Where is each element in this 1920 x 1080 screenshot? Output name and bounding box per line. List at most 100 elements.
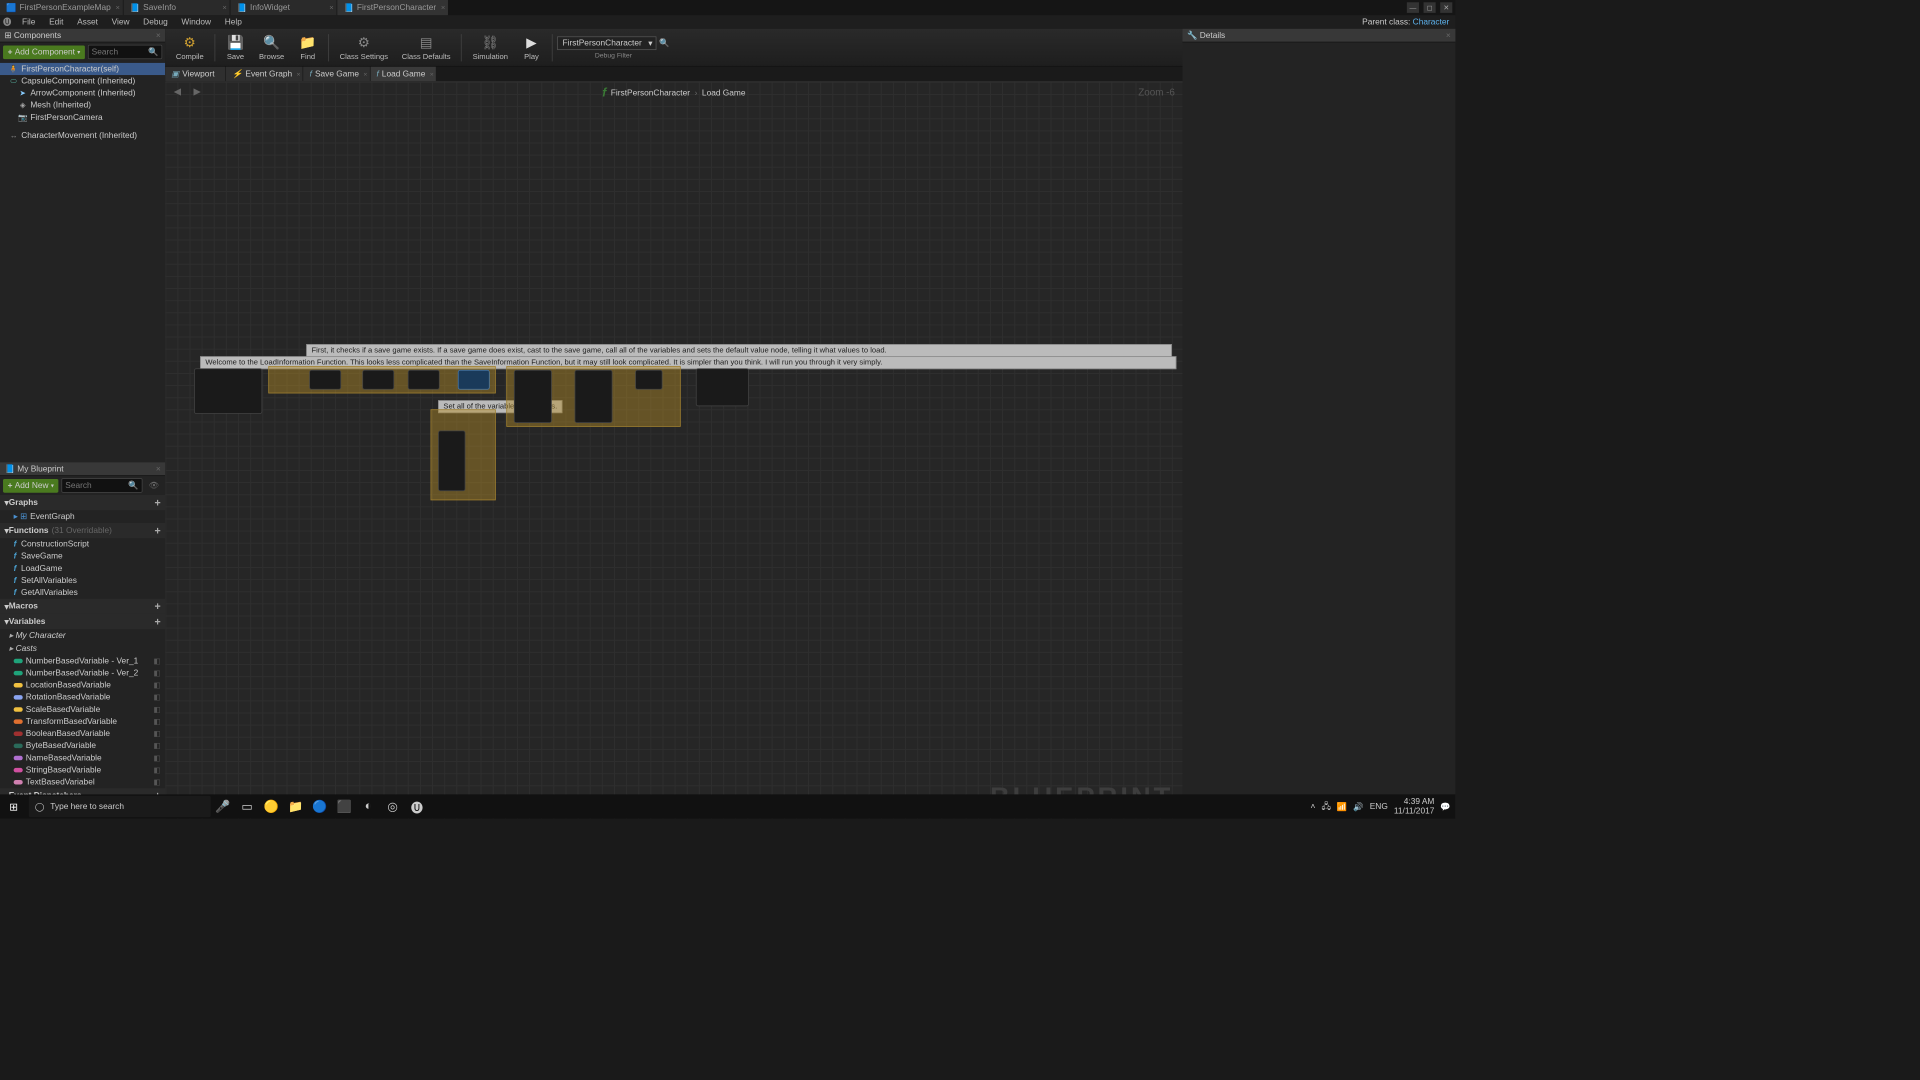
search-icon[interactable]: 🔍 bbox=[659, 38, 669, 48]
variable-item[interactable]: NumberBasedVariable - Ver_1◧ bbox=[0, 655, 165, 667]
parent-class-link[interactable]: Character bbox=[1413, 17, 1450, 26]
tray-chevron-icon[interactable]: ˄ bbox=[1311, 802, 1316, 811]
close-icon[interactable]: × bbox=[115, 3, 119, 11]
edit-icon[interactable]: ◧ bbox=[154, 742, 161, 750]
close-icon[interactable]: × bbox=[329, 3, 333, 11]
wifi-icon[interactable]: 📶 bbox=[1337, 802, 1347, 812]
edit-icon[interactable]: ◧ bbox=[154, 657, 161, 665]
edit-icon[interactable]: ◧ bbox=[154, 717, 161, 725]
details-panel-tab[interactable]: 🔧 Details × bbox=[1182, 29, 1455, 43]
menu-asset[interactable]: Asset bbox=[71, 16, 104, 28]
section-functions[interactable]: ▾Functions(31 Overridable)+ bbox=[0, 523, 165, 538]
find-button[interactable]: 📁Find bbox=[292, 30, 324, 65]
debug-filter-select[interactable]: FirstPersonCharacter bbox=[557, 36, 656, 50]
browse-button[interactable]: 🔍Browse bbox=[253, 30, 290, 65]
component-arrow[interactable]: ➤ArrowComponent (Inherited) bbox=[0, 87, 165, 99]
function-setallvariables[interactable]: fSetAllVariables bbox=[0, 575, 165, 587]
unreal-icon[interactable]: 🅤 bbox=[405, 794, 429, 818]
close-icon[interactable]: × bbox=[297, 70, 301, 78]
variable-item[interactable]: ByteBasedVariable◧ bbox=[0, 740, 165, 752]
variable-item[interactable]: StringBasedVariable◧ bbox=[0, 764, 165, 776]
close-icon[interactable]: × bbox=[156, 464, 161, 473]
breadcrumb-root[interactable]: FirstPersonCharacter bbox=[611, 89, 690, 98]
function-savegame[interactable]: fSaveGame bbox=[0, 550, 165, 562]
edit-icon[interactable]: ◧ bbox=[154, 693, 161, 701]
variable-item[interactable]: RotationBasedVariable◧ bbox=[0, 691, 165, 703]
eye-icon[interactable]: 👁 bbox=[146, 481, 163, 491]
variable-item[interactable]: NumberBasedVariable - Ver_2◧ bbox=[0, 667, 165, 679]
graph-eventgraph[interactable]: ▸ ⊞EventGraph bbox=[0, 510, 165, 523]
graph-node[interactable] bbox=[458, 370, 490, 390]
explorer-icon[interactable]: 📁 bbox=[283, 794, 307, 818]
tab-firstpersoncharacter[interactable]: 📘FirstPersonCharacter× bbox=[337, 0, 448, 15]
chrome-icon[interactable]: 🟡 bbox=[259, 794, 283, 818]
close-button[interactable]: ✕ bbox=[1440, 2, 1452, 13]
variable-group-casts[interactable]: ▸ Casts bbox=[0, 642, 165, 655]
menu-view[interactable]: View bbox=[106, 16, 136, 28]
my-blueprint-panel-tab[interactable]: 📘 My Blueprint × bbox=[0, 462, 165, 476]
tab-savegame[interactable]: fSave Game× bbox=[304, 67, 370, 81]
class-settings-button[interactable]: ⚙Class Settings bbox=[334, 30, 395, 65]
variable-item[interactable]: NameBasedVariable◧ bbox=[0, 752, 165, 764]
epic-icon[interactable]: ⬛ bbox=[332, 794, 356, 818]
close-icon[interactable]: × bbox=[430, 70, 434, 78]
minimize-button[interactable]: — bbox=[1407, 2, 1419, 13]
edit-icon[interactable]: ◧ bbox=[154, 754, 161, 762]
close-icon[interactable]: × bbox=[441, 3, 445, 11]
graph-node[interactable] bbox=[194, 368, 262, 413]
variable-item[interactable]: ScaleBasedVariable◧ bbox=[0, 703, 165, 715]
menu-edit[interactable]: Edit bbox=[43, 16, 70, 28]
system-tray[interactable]: ˄ 🖧 📶 🔊 ENG 4:39 AM 11/11/2017 💬 bbox=[1311, 797, 1456, 815]
menu-help[interactable]: Help bbox=[219, 16, 248, 28]
maximize-button[interactable]: ◻ bbox=[1424, 2, 1436, 13]
variable-item[interactable]: TextBasedVariabel◧ bbox=[0, 776, 165, 788]
graph-node[interactable] bbox=[514, 370, 552, 423]
edit-icon[interactable]: ◧ bbox=[154, 778, 161, 786]
taskbar-search[interactable]: ◯ Type here to search bbox=[29, 796, 211, 817]
components-search-input[interactable]: 🔍 bbox=[88, 45, 162, 59]
component-camera[interactable]: 📷FirstPersonCamera bbox=[0, 111, 165, 123]
section-variables[interactable]: ▾Variables+ bbox=[0, 614, 165, 629]
play-button[interactable]: ▶Play bbox=[516, 30, 548, 65]
graph-node[interactable] bbox=[696, 368, 749, 406]
component-movement[interactable]: ↔CharacterMovement (Inherited) bbox=[0, 130, 165, 142]
volume-icon[interactable]: 🔊 bbox=[1353, 802, 1363, 812]
variable-item[interactable]: LocationBasedVariable◧ bbox=[0, 679, 165, 691]
blueprint-search-input[interactable]: 🔍 bbox=[61, 478, 142, 492]
compile-button[interactable]: ⚙Compile bbox=[170, 30, 210, 65]
tab-infowidget[interactable]: 📘InfoWidget× bbox=[231, 0, 337, 15]
nav-forward-button[interactable]: ► bbox=[190, 85, 205, 100]
class-defaults-button[interactable]: ▤Class Defaults bbox=[396, 30, 457, 65]
tab-level[interactable]: 🟦FirstPersonExampleMap× bbox=[0, 0, 123, 15]
close-icon[interactable]: × bbox=[363, 70, 367, 78]
plus-icon[interactable]: + bbox=[154, 496, 160, 508]
graph-node[interactable] bbox=[408, 370, 440, 390]
plus-icon[interactable]: + bbox=[154, 615, 160, 627]
app-icon[interactable]: ◎ bbox=[381, 794, 405, 818]
add-component-button[interactable]: + Add Component ▾ bbox=[3, 45, 85, 59]
language-icon[interactable]: ENG bbox=[1370, 802, 1388, 811]
plus-icon[interactable]: + bbox=[154, 600, 160, 612]
edit-icon[interactable]: ◧ bbox=[154, 730, 161, 738]
start-button[interactable]: ⊞ bbox=[0, 794, 27, 818]
tab-loadgame[interactable]: fLoad Game× bbox=[370, 67, 436, 81]
simulation-button[interactable]: ⛓Simulation bbox=[467, 30, 515, 65]
skype-icon[interactable]: 🔵 bbox=[308, 794, 332, 818]
save-button[interactable]: 💾Save bbox=[220, 30, 252, 65]
components-panel-tab[interactable]: ⊞ Components × bbox=[0, 29, 165, 43]
component-capsule[interactable]: ⬭CapsuleComponent (Inherited) bbox=[0, 75, 165, 87]
tab-eventgraph[interactable]: ⚡Event Graph× bbox=[226, 67, 303, 81]
network-icon[interactable]: 🖧 bbox=[1321, 799, 1330, 813]
plus-icon[interactable]: + bbox=[154, 525, 160, 537]
tab-saveinfo[interactable]: 📘SaveInfo× bbox=[124, 0, 230, 15]
section-macros[interactable]: ▾Macros+ bbox=[0, 599, 165, 614]
component-mesh[interactable]: ◈Mesh (Inherited) bbox=[0, 99, 165, 111]
menu-debug[interactable]: Debug bbox=[137, 16, 174, 28]
edit-icon[interactable]: ◧ bbox=[154, 705, 161, 713]
graph-node[interactable] bbox=[575, 370, 613, 423]
add-new-button[interactable]: + Add New ▾ bbox=[3, 479, 58, 493]
graph-node[interactable] bbox=[362, 370, 394, 390]
clock[interactable]: 4:39 AM 11/11/2017 bbox=[1394, 797, 1434, 815]
function-constructionscript[interactable]: fConstructionScript bbox=[0, 538, 165, 550]
notifications-icon[interactable]: 💬 bbox=[1440, 802, 1450, 812]
